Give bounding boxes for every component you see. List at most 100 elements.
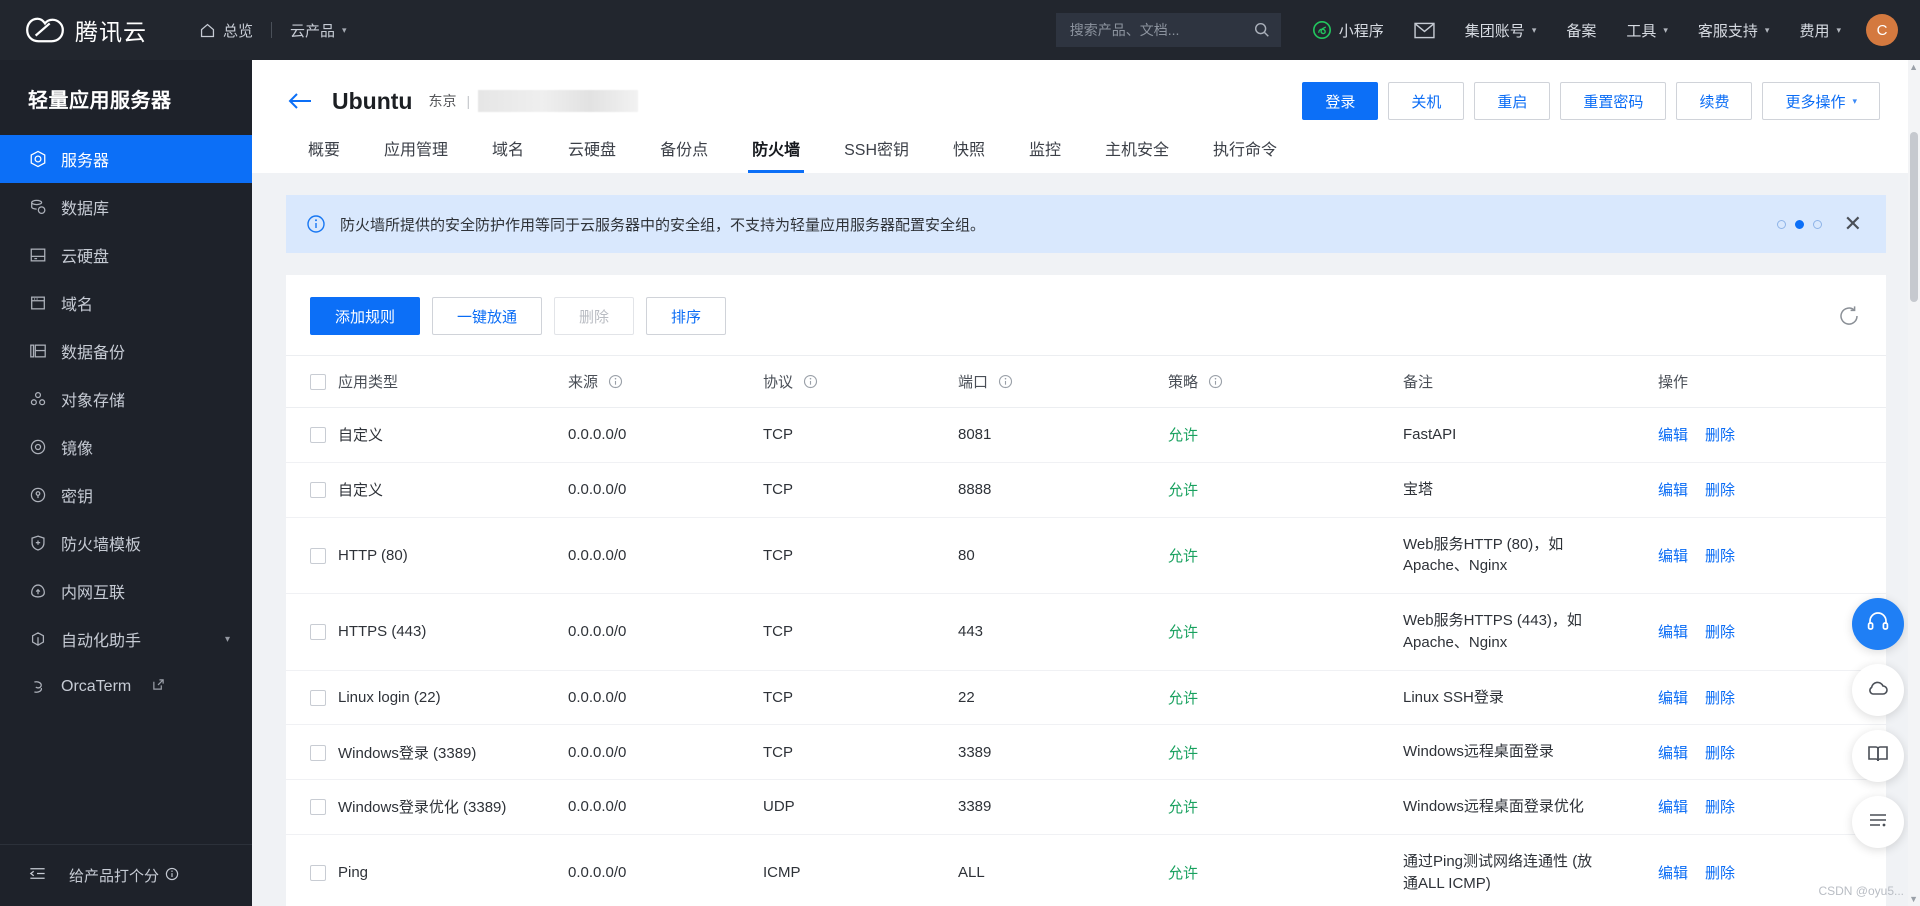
info-circle-icon[interactable] bbox=[803, 374, 818, 389]
tab-host-security[interactable]: 主机安全 bbox=[1083, 136, 1191, 173]
row-checkbox[interactable] bbox=[310, 624, 326, 641]
topnav-item-miniprogram[interactable]: 小程序 bbox=[1297, 0, 1399, 60]
delete-rule-link[interactable]: 删除 bbox=[1705, 545, 1735, 566]
topnav-item-overview[interactable]: 总览 bbox=[181, 0, 271, 60]
sidebar-item-cloud-disk[interactable]: 云硬盘 bbox=[0, 231, 252, 279]
restart-button[interactable]: 重启 bbox=[1474, 82, 1551, 120]
tab-ssh-key[interactable]: SSH密钥 bbox=[822, 136, 931, 173]
tab-run-command[interactable]: 执行命令 bbox=[1191, 136, 1299, 173]
info-circle-icon[interactable] bbox=[1208, 374, 1223, 389]
sidebar-item-object-storage[interactable]: 对象存储 bbox=[0, 375, 252, 423]
delete-rule-link[interactable]: 删除 bbox=[1705, 621, 1735, 642]
rate-product-link[interactable]: 给产品打个分 bbox=[69, 865, 179, 886]
tab-domain[interactable]: 域名 bbox=[470, 136, 546, 173]
chevron-down-icon[interactable]: ▾ bbox=[225, 634, 230, 645]
edit-rule-link[interactable]: 编辑 bbox=[1658, 621, 1688, 642]
table-row[interactable]: Windows登录优化 (3389) 0.0.0.0/0 UDP 3389 允许 Wind… bbox=[286, 779, 1886, 835]
sidebar-item-automation[interactable]: 自动化助手 ▾ bbox=[0, 615, 252, 663]
sidebar-item-data-backup[interactable]: 数据备份 bbox=[0, 327, 252, 375]
info-circle-icon[interactable] bbox=[998, 374, 1013, 389]
edit-rule-link[interactable]: 编辑 bbox=[1658, 742, 1688, 763]
avatar[interactable]: C bbox=[1866, 14, 1898, 46]
tab-snapshot[interactable]: 快照 bbox=[931, 136, 1007, 173]
allow-all-button[interactable]: 一键放通 bbox=[432, 297, 543, 335]
row-checkbox[interactable] bbox=[310, 865, 326, 882]
edit-rule-link[interactable]: 编辑 bbox=[1658, 479, 1688, 500]
list-button[interactable] bbox=[1852, 796, 1904, 848]
reset-password-button[interactable]: 重置密码 bbox=[1560, 82, 1667, 120]
banner-dot-2[interactable] bbox=[1794, 219, 1804, 229]
sidebar-item-firewall-template[interactable]: 防火墙模板 bbox=[0, 519, 252, 567]
table-row[interactable]: Ping 0.0.0.0/0 ICMP ALL 允许 通过Ping测试网络连通性 (放 通A… bbox=[286, 834, 1886, 906]
brand-logo-area[interactable]: 腾讯云 bbox=[0, 13, 147, 47]
row-checkbox[interactable] bbox=[310, 744, 326, 761]
global-search-box[interactable] bbox=[1055, 13, 1281, 47]
tab-monitor[interactable]: 监控 bbox=[1007, 136, 1083, 173]
edit-rule-link[interactable]: 编辑 bbox=[1658, 796, 1688, 817]
tab-app-management[interactable]: 应用管理 bbox=[362, 136, 470, 173]
scroll-up-icon[interactable]: ▲ bbox=[1909, 62, 1918, 72]
table-row[interactable]: 自定义 0.0.0.0/0 TCP 8081 允许 FastAPI 编辑 删除 bbox=[286, 407, 1886, 463]
topnav-item-support[interactable]: 客服支持 ▾ bbox=[1683, 0, 1785, 60]
support-chat-button[interactable] bbox=[1852, 598, 1904, 650]
shutdown-button[interactable]: 关机 bbox=[1388, 82, 1465, 120]
row-checkbox[interactable] bbox=[310, 547, 326, 564]
select-all-checkbox[interactable] bbox=[310, 374, 326, 391]
tab-overview[interactable]: 概要 bbox=[286, 136, 362, 173]
table-row[interactable]: HTTP (80) 0.0.0.0/0 TCP 80 允许 Web服务HTTP (80)，… bbox=[286, 517, 1886, 594]
table-row[interactable]: 自定义 0.0.0.0/0 TCP 8888 允许 宝塔 编辑 删除 bbox=[286, 462, 1886, 518]
add-rule-button[interactable]: 添加规则 bbox=[310, 297, 421, 335]
docs-button[interactable] bbox=[1852, 730, 1904, 782]
info-circle-icon[interactable] bbox=[608, 374, 623, 389]
banner-dot-3[interactable] bbox=[1812, 219, 1822, 229]
topnav-item-group-account[interactable]: 集团账号 ▾ bbox=[1450, 0, 1552, 60]
topnav-item-tools[interactable]: 工具 ▾ bbox=[1611, 0, 1683, 60]
login-button[interactable]: 登录 bbox=[1302, 82, 1379, 120]
tab-firewall[interactable]: 防火墙 bbox=[730, 136, 822, 173]
search-input[interactable] bbox=[1069, 22, 1253, 38]
topnav-item-messages[interactable] bbox=[1399, 0, 1450, 60]
delete-rule-link[interactable]: 删除 bbox=[1705, 862, 1735, 883]
topnav-item-icp[interactable]: 备案 bbox=[1551, 0, 1611, 60]
edit-rule-link[interactable]: 编辑 bbox=[1658, 687, 1688, 708]
sidebar-item-database[interactable]: 数据库 bbox=[0, 183, 252, 231]
sidebar-item-image[interactable]: 镜像 bbox=[0, 423, 252, 471]
sidebar-item-orcaterm[interactable]: OrcaTerm bbox=[0, 663, 252, 711]
table-row[interactable]: HTTPS (443) 0.0.0.0/0 TCP 443 允许 Web服务HTTPS (… bbox=[286, 593, 1886, 671]
edit-rule-link[interactable]: 编辑 bbox=[1658, 545, 1688, 566]
back-arrow-icon[interactable] bbox=[286, 87, 314, 115]
delete-rule-link[interactable]: 删除 bbox=[1705, 479, 1735, 500]
sidebar-item-server[interactable]: 服务器 bbox=[0, 135, 252, 183]
row-checkbox[interactable] bbox=[310, 799, 326, 816]
refresh-icon[interactable] bbox=[1836, 303, 1862, 329]
delete-rule-link[interactable]: 删除 bbox=[1705, 687, 1735, 708]
scrollbar-thumb[interactable] bbox=[1910, 132, 1918, 302]
delete-rule-link[interactable]: 删除 bbox=[1705, 424, 1735, 445]
topnav-item-products[interactable]: 云产品 ▾ bbox=[272, 0, 365, 60]
sort-button[interactable]: 排序 bbox=[646, 297, 727, 335]
topnav-item-billing[interactable]: 费用 ▾ bbox=[1784, 0, 1856, 60]
sidebar-item-key[interactable]: 密钥 bbox=[0, 471, 252, 519]
edit-rule-link[interactable]: 编辑 bbox=[1658, 424, 1688, 445]
row-checkbox[interactable] bbox=[310, 427, 326, 444]
row-checkbox[interactable] bbox=[310, 482, 326, 499]
tab-backup-point[interactable]: 备份点 bbox=[638, 136, 730, 173]
renew-button[interactable]: 续费 bbox=[1676, 82, 1753, 120]
table-row[interactable]: Linux login (22) 0.0.0.0/0 TCP 22 允许 Linux SS… bbox=[286, 670, 1886, 726]
delete-rule-link[interactable]: 删除 bbox=[1705, 796, 1735, 817]
sidebar-item-internal-network[interactable]: 内网互联 bbox=[0, 567, 252, 615]
search-icon[interactable] bbox=[1253, 21, 1271, 39]
delete-rule-link[interactable]: 删除 bbox=[1705, 742, 1735, 763]
collapse-icon[interactable] bbox=[28, 864, 47, 887]
close-icon[interactable]: ✕ bbox=[1840, 213, 1866, 235]
tab-cloud-disk[interactable]: 云硬盘 bbox=[546, 136, 638, 173]
sidebar-item-domain[interactable]: 域名 bbox=[0, 279, 252, 327]
row-checkbox[interactable] bbox=[310, 689, 326, 706]
scroll-down-icon[interactable]: ▼ bbox=[1909, 894, 1918, 904]
edit-rule-link[interactable]: 编辑 bbox=[1658, 862, 1688, 883]
cloud-button[interactable] bbox=[1852, 664, 1904, 716]
more-actions-button[interactable]: 更多操作 ▾ bbox=[1762, 82, 1880, 120]
page-scrollbar[interactable]: ▲ ▼ bbox=[1908, 60, 1920, 906]
banner-dot-1[interactable] bbox=[1776, 219, 1786, 229]
table-row[interactable]: Windows登录 (3389) 0.0.0.0/0 TCP 3389 允许 Window… bbox=[286, 724, 1886, 780]
